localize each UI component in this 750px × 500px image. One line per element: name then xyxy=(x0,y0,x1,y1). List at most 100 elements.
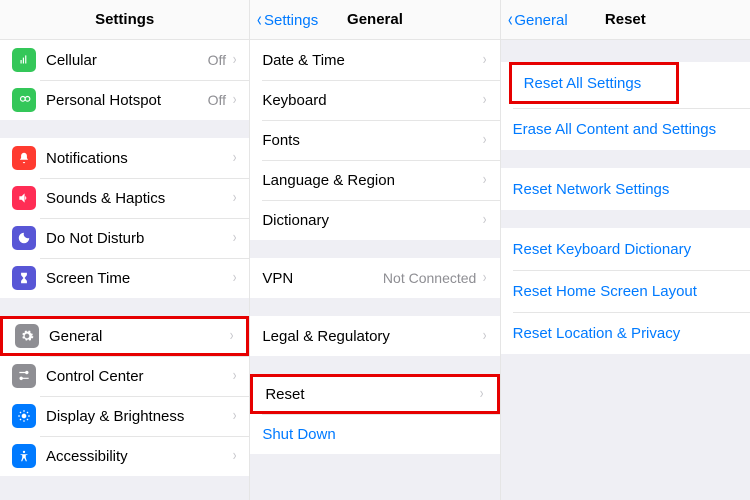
chevron-right-icon: › xyxy=(483,91,487,109)
reset-title: Reset xyxy=(605,11,646,28)
controlcenter-label: Control Center xyxy=(46,368,232,385)
reset-label: Reset xyxy=(265,386,479,403)
row-accessibility[interactable]: Accessibility › xyxy=(0,436,249,476)
chevron-right-icon: › xyxy=(483,51,487,69)
reset-group-1: Reset All Settings Erase All Content and… xyxy=(501,62,750,150)
chevron-right-icon: › xyxy=(483,269,487,287)
row-reset[interactable]: Reset › xyxy=(250,374,499,414)
notifications-label: Notifications xyxy=(46,150,232,167)
chevron-right-icon: › xyxy=(483,327,487,345)
reset-home-label: Reset Home Screen Layout xyxy=(513,283,738,300)
reset-navbar: ‹ General Reset xyxy=(501,0,750,40)
row-hotspot[interactable]: Personal Hotspot Off › xyxy=(0,80,249,120)
reset-content: Reset All Settings Erase All Content and… xyxy=(501,40,750,500)
language-label: Language & Region xyxy=(262,172,482,189)
chevron-right-icon: › xyxy=(483,131,487,149)
row-cellular[interactable]: Cellular Off › xyxy=(0,40,249,80)
gear-icon xyxy=(15,324,39,348)
row-general[interactable]: General › xyxy=(0,316,249,356)
chevron-right-icon: › xyxy=(233,91,237,109)
chevron-right-icon: › xyxy=(233,149,237,167)
sounds-label: Sounds & Haptics xyxy=(46,190,232,207)
chevron-right-icon: › xyxy=(233,447,237,465)
reset-group-3: Reset Keyboard Dictionary Reset Home Scr… xyxy=(501,228,750,354)
person-icon xyxy=(12,444,36,468)
settings-pane: Settings Cellular Off › Personal Hotspot… xyxy=(0,0,250,500)
row-reset-keyboard[interactable]: Reset Keyboard Dictionary xyxy=(501,228,750,270)
chevron-left-icon: ‹ xyxy=(257,10,262,30)
moon-icon xyxy=(12,226,36,250)
back-to-general[interactable]: ‹ General xyxy=(507,0,568,40)
chevron-right-icon: › xyxy=(233,367,237,385)
settings-group-system: General › Control Center › Display & Bri… xyxy=(0,316,249,476)
cellular-detail: Off xyxy=(208,52,226,68)
row-vpn[interactable]: VPN Not Connected › xyxy=(250,258,499,298)
datetime-label: Date & Time xyxy=(262,52,482,69)
row-language[interactable]: Language & Region › xyxy=(250,160,499,200)
row-reset-all[interactable]: Reset All Settings xyxy=(509,62,679,104)
chevron-right-icon: › xyxy=(480,385,484,403)
row-erase-all[interactable]: Erase All Content and Settings xyxy=(501,108,750,150)
general-content: Date & Time › Keyboard › Fonts › Languag… xyxy=(250,40,499,500)
general-group-vpn: VPN Not Connected › xyxy=(250,258,499,298)
spacer xyxy=(501,40,750,58)
back-label: Settings xyxy=(264,12,318,29)
row-dictionary[interactable]: Dictionary › xyxy=(250,200,499,240)
reset-group-2: Reset Network Settings xyxy=(501,168,750,210)
reset-network-label: Reset Network Settings xyxy=(513,181,738,198)
chevron-right-icon: › xyxy=(233,229,237,247)
fonts-label: Fonts xyxy=(262,132,482,149)
hotspot-detail: Off xyxy=(208,92,226,108)
settings-title: Settings xyxy=(95,11,154,28)
chevron-right-icon: › xyxy=(233,269,237,287)
general-title: General xyxy=(347,11,403,28)
reset-pane: ‹ General Reset Reset All Settings Erase… xyxy=(501,0,750,500)
row-fonts[interactable]: Fonts › xyxy=(250,120,499,160)
screentime-label: Screen Time xyxy=(46,270,232,287)
dnd-label: Do Not Disturb xyxy=(46,230,232,247)
hotspot-label: Personal Hotspot xyxy=(46,92,208,109)
row-display[interactable]: Display & Brightness › xyxy=(0,396,249,436)
chevron-right-icon: › xyxy=(483,171,487,189)
row-keyboard[interactable]: Keyboard › xyxy=(250,80,499,120)
row-datetime[interactable]: Date & Time › xyxy=(250,40,499,80)
row-notifications[interactable]: Notifications › xyxy=(0,138,249,178)
shutdown-label: Shut Down xyxy=(262,426,487,443)
three-pane-tutorial: Settings Cellular Off › Personal Hotspot… xyxy=(0,0,750,500)
row-reset-home[interactable]: Reset Home Screen Layout xyxy=(501,270,750,312)
hotspot-icon xyxy=(12,88,36,112)
vpn-label: VPN xyxy=(262,270,383,287)
back-label: General xyxy=(514,12,567,29)
switches-icon xyxy=(12,364,36,388)
row-sounds[interactable]: Sounds & Haptics › xyxy=(0,178,249,218)
settings-group-network: Cellular Off › Personal Hotspot Off › xyxy=(0,40,249,120)
legal-label: Legal & Regulatory xyxy=(262,328,482,345)
cellular-icon xyxy=(12,48,36,72)
row-shutdown[interactable]: Shut Down xyxy=(250,414,499,454)
row-screentime[interactable]: Screen Time › xyxy=(0,258,249,298)
row-reset-network[interactable]: Reset Network Settings xyxy=(501,168,750,210)
row-dnd[interactable]: Do Not Disturb › xyxy=(0,218,249,258)
back-to-settings[interactable]: ‹ Settings xyxy=(256,0,318,40)
reset-all-label: Reset All Settings xyxy=(524,75,664,92)
general-group-reset: Reset › Shut Down xyxy=(250,374,499,454)
bell-icon xyxy=(12,146,36,170)
chevron-right-icon: › xyxy=(233,189,237,207)
general-group-legal: Legal & Regulatory › xyxy=(250,316,499,356)
speaker-icon xyxy=(12,186,36,210)
vpn-detail: Not Connected xyxy=(383,270,476,286)
general-navbar: ‹ Settings General xyxy=(250,0,499,40)
erase-all-label: Erase All Content and Settings xyxy=(513,121,738,138)
row-controlcenter[interactable]: Control Center › xyxy=(0,356,249,396)
general-group-1: Date & Time › Keyboard › Fonts › Languag… xyxy=(250,40,499,240)
chevron-right-icon: › xyxy=(230,327,234,345)
row-reset-location[interactable]: Reset Location & Privacy xyxy=(501,312,750,354)
dictionary-label: Dictionary xyxy=(262,212,482,229)
accessibility-label: Accessibility xyxy=(46,448,232,465)
row-legal[interactable]: Legal & Regulatory › xyxy=(250,316,499,356)
chevron-right-icon: › xyxy=(483,211,487,229)
settings-navbar: Settings xyxy=(0,0,249,40)
general-label: General xyxy=(49,328,229,345)
settings-content: Cellular Off › Personal Hotspot Off › No… xyxy=(0,40,249,500)
settings-group-alerts: Notifications › Sounds & Haptics › Do No… xyxy=(0,138,249,298)
